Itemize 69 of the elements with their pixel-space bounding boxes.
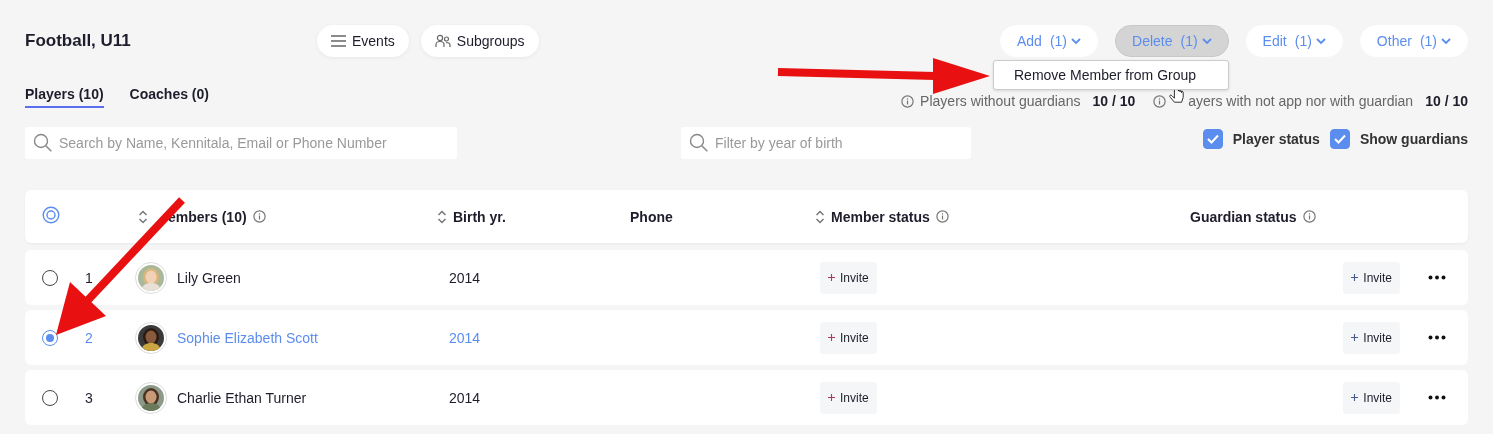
check-icon [1333,134,1346,144]
sort-icon[interactable] [437,209,447,224]
menu-item[interactable]: Remove Member from Group [994,63,1228,87]
invite-button[interactable]: Invite [820,261,877,294]
sort-icon[interactable] [138,209,148,224]
column-header[interactable]: Birth yr. [453,208,506,225]
events-button[interactable]: Events [317,25,409,57]
more-icon[interactable] [1427,395,1446,400]
stat-label: Players without guardians [920,93,1081,109]
select-all-icon[interactable] [42,206,60,224]
table-row[interactable]: 1 Lily Green 2014 Invite Invite [25,250,1468,305]
info-icon [1302,210,1316,223]
plus-icon [1351,274,1359,281]
plus-icon [828,274,835,281]
info-icon [901,94,915,108]
invite-button[interactable]: Invite [1343,261,1400,294]
table-row[interactable]: 2 Sophie Elizabeth Scott 2014 Invite Invite [25,310,1468,365]
invite-button[interactable]: Invite [820,321,877,354]
birth-year: 2014 [449,329,481,346]
invite-button[interactable]: Invite [820,381,877,414]
plus-icon [1351,334,1359,341]
info-icon [1153,94,1167,108]
info-icon [935,210,949,223]
search-icon [689,133,709,153]
chevron-down-icon [1441,37,1451,45]
row-radio[interactable] [42,269,58,286]
birth-year: 2014 [449,389,481,406]
checkbox-label: Show guardians [1359,131,1468,147]
invite-button[interactable]: Invite [1343,381,1400,414]
row-number: 2 [85,329,93,346]
row-radio[interactable] [42,329,58,346]
member-name[interactable]: Charlie Ethan Turner [177,389,307,406]
checkbox[interactable] [1202,129,1223,149]
more-icon[interactable] [1427,335,1446,340]
tab[interactable]: Coaches (0) [129,86,209,108]
chevron-down-icon [1201,37,1212,45]
column-header[interactable]: embers (10) [168,208,247,225]
subgroups-button[interactable]: Subgroups [420,25,539,57]
row-radio[interactable] [42,389,58,406]
birth-year: 2014 [449,269,481,286]
invite-button[interactable]: Invite [1343,321,1400,354]
plus-icon [1351,394,1359,401]
year-filter-field[interactable]: Filter by year of birth [681,127,971,159]
chevron-down-icon [1315,37,1326,45]
info-icon [252,210,266,223]
group-title: Football, U11 [25,31,132,51]
search-field[interactable]: Search by Name, Kennitala, Email or Phone Number [25,127,457,159]
table-row[interactable]: 3 Charlie Ethan Turner 2014 Invite Invite [25,370,1468,425]
stat-value: 10 / 10 [1425,93,1468,109]
more-icon[interactable] [1427,275,1446,280]
chevron-down-icon [1071,37,1081,45]
check-icon [1206,134,1219,144]
column-header: Guardian status [1190,208,1297,225]
stat-label: ayers with not app nor with guardian [1188,93,1414,109]
people-icon [434,34,451,48]
menu-icon [331,35,346,47]
member-name[interactable]: Lily Green [177,269,241,286]
checkbox[interactable] [1329,129,1350,149]
plus-icon [828,394,835,401]
row-number: 1 [85,269,93,286]
row-number: 3 [85,389,93,406]
plus-icon [828,334,835,341]
column-header[interactable]: Member status [831,208,930,225]
search-icon [33,133,53,153]
column-header: Phone [630,208,673,225]
tab[interactable]: Players (10) [25,86,104,108]
sort-icon[interactable] [815,209,825,224]
stat-value: 10 / 10 [1092,93,1136,109]
checkbox-label: Player status [1232,131,1320,147]
